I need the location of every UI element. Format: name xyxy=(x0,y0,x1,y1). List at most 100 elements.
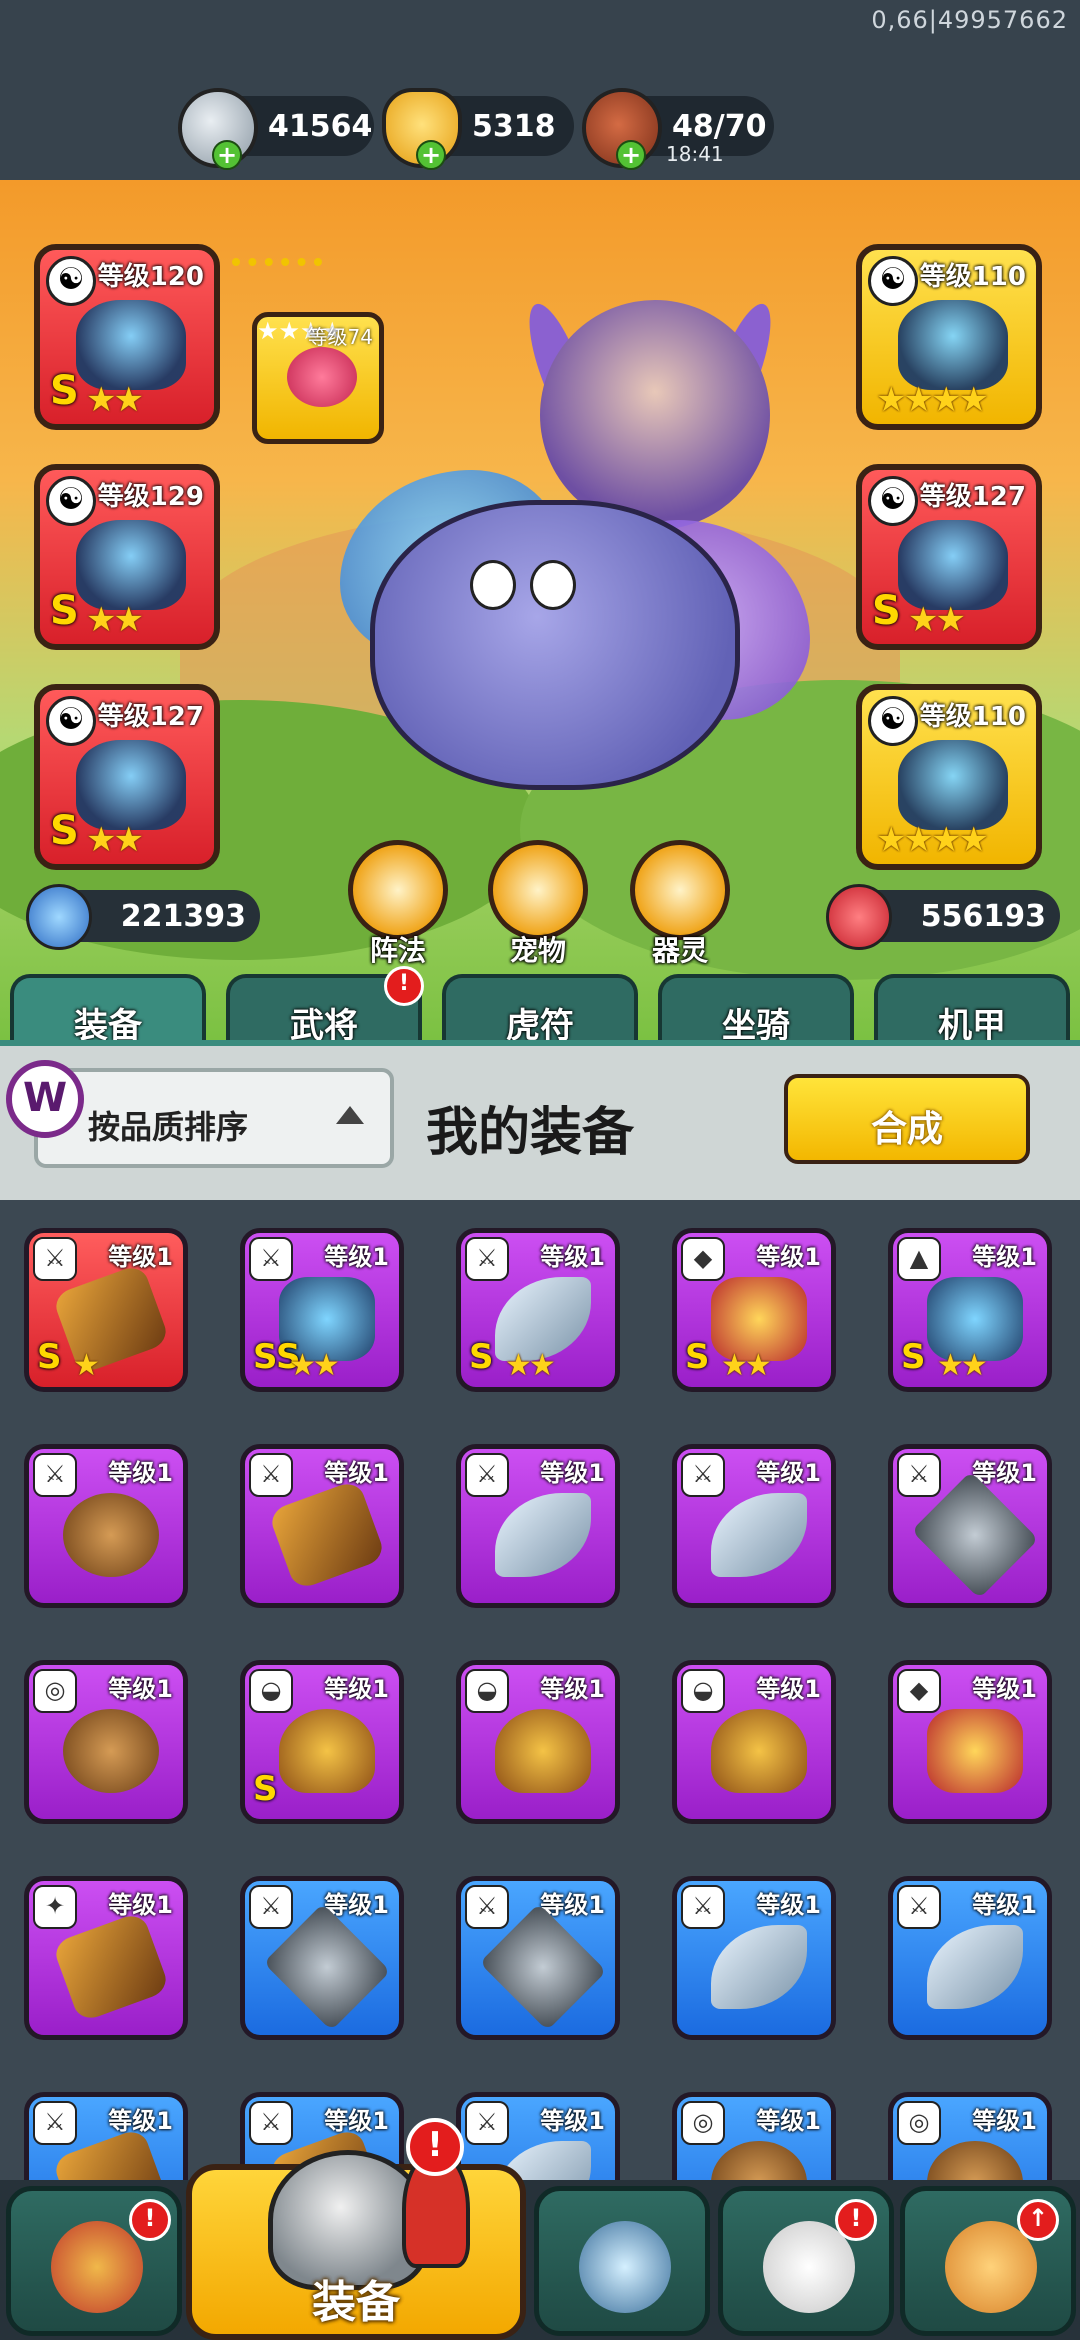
inventory-item[interactable]: ⚔ 等级1 xyxy=(888,1876,1052,2040)
inventory-item[interactable]: ◒ 等级1 xyxy=(672,1660,836,1824)
formation-button[interactable]: 阵法 xyxy=(348,840,448,967)
slot-type-icon: ◎ xyxy=(33,1669,77,1713)
sword-icon xyxy=(26,884,92,950)
equipped-slot-armor[interactable]: ☯ 等级110 ★★★★ xyxy=(856,244,1042,430)
pet-button[interactable]: 宠物 xyxy=(488,840,588,967)
slot-type-icon: ⚔ xyxy=(681,1885,725,1929)
item-art xyxy=(495,1709,591,1793)
synthesize-label: 合成 xyxy=(870,1109,943,1150)
linked-weapon-slot[interactable]: 等级74 ★★★★ xyxy=(252,312,384,444)
nav-battle-button[interactable] xyxy=(534,2186,710,2336)
item-level: 等级1 xyxy=(756,1891,821,1919)
equipped-slot-helmet[interactable]: ☯ 等级127 S ★★ xyxy=(34,684,220,870)
inventory-item[interactable]: ⚔ 等级1 SS ★★ xyxy=(240,1228,404,1392)
inventory-item[interactable]: ⚔ 等级1 S ★ xyxy=(24,1228,188,1392)
star-rating: ★★★★ xyxy=(876,380,989,420)
item-level: 等级1 xyxy=(540,1243,605,1271)
attack-power: 221393 xyxy=(26,884,260,950)
item-level: 等级1 xyxy=(972,1675,1037,1703)
inventory-item[interactable]: ◆ 等级1 xyxy=(888,1660,1052,1824)
slot-type-icon: ◒ xyxy=(465,1669,509,1713)
item-level: 等级1 xyxy=(756,2107,821,2135)
inventory-item[interactable]: ⚔ 等级1 xyxy=(456,1444,620,1608)
inventory-item[interactable]: ⚔ 等级1 xyxy=(456,1876,620,2040)
item-level: 等级1 xyxy=(108,1891,173,1919)
equipped-slot-accessory[interactable]: ☯ 等级129 S ★★ xyxy=(34,464,220,650)
nav-city-button[interactable]: ! xyxy=(6,2186,182,2336)
silver-value: 41564 xyxy=(268,108,373,144)
tab-mount[interactable]: 坐骑 xyxy=(658,974,854,1046)
inventory-item[interactable]: ▲ 等级1 S ★★ xyxy=(888,1228,1052,1392)
inventory-item[interactable]: ◎ 等级1 xyxy=(24,1660,188,1824)
sort-button[interactable]: 按品质排序 xyxy=(34,1068,394,1168)
spirit-label: 器灵 xyxy=(651,934,709,967)
heart-icon xyxy=(826,884,892,950)
item-art xyxy=(711,1925,807,2009)
inventory-item[interactable]: ⚔ 等级1 xyxy=(240,1444,404,1608)
grade-label: S xyxy=(685,1337,710,1377)
formation-label: 阵法 xyxy=(369,934,427,967)
synthesize-button[interactable]: 合成 xyxy=(784,1074,1030,1164)
inventory-item[interactable]: ⚔ 等级1 xyxy=(24,1444,188,1608)
star-rating: ★★ xyxy=(505,1348,556,1383)
inventory-item[interactable]: ◆ 等级1 S ★★ xyxy=(672,1228,836,1392)
crossed-swords-icon xyxy=(579,2221,671,2313)
hero-character[interactable] xyxy=(540,300,770,530)
inventory-item[interactable]: ⚔ 等级1 xyxy=(672,1444,836,1608)
inventory-item[interactable]: ◒ 等级1 xyxy=(456,1660,620,1824)
item-level: 等级1 xyxy=(324,2107,389,2135)
nav-upgrade-button[interactable]: ↑ xyxy=(900,2186,1076,2336)
gold-value: 5318 xyxy=(472,108,556,144)
slot-type-icon: ⚔ xyxy=(465,1453,509,1497)
inventory-item[interactable]: ◒ 等级1 S xyxy=(240,1660,404,1824)
slot-type-icon: ⚔ xyxy=(249,1453,293,1497)
equipped-slot-boots[interactable]: ☯ 等级110 ★★★★ xyxy=(856,684,1042,870)
yin-yang-icon: ☯ xyxy=(46,696,96,746)
equipped-slot-belt[interactable]: ☯ 等级127 S ★★ xyxy=(856,464,1042,650)
star-rating: ★★ xyxy=(908,600,966,640)
inventory-item[interactable]: ⚔ 等级1 S ★★ xyxy=(456,1228,620,1392)
slot-level: 等级127 xyxy=(97,702,204,732)
item-art xyxy=(927,1709,1023,1793)
item-level: 等级1 xyxy=(540,2107,605,2135)
add-gold-icon[interactable]: + xyxy=(416,140,446,170)
debug-readout: 0,66|49957662 xyxy=(871,6,1068,34)
slot-type-icon: ◆ xyxy=(897,1669,941,1713)
tab-alert-badge: ! xyxy=(384,966,424,1006)
equipped-slot-weapon[interactable]: ☯ 等级120 S ★★ xyxy=(34,244,220,430)
nav-main-label: 装备 xyxy=(312,2277,400,2328)
slot-type-icon: ⚔ xyxy=(33,2101,77,2145)
inventory-item[interactable]: ✦ 等级1 xyxy=(24,1876,188,2040)
item-art xyxy=(495,1493,591,1577)
slot-type-icon: ⚔ xyxy=(249,1885,293,1929)
grade-label: S xyxy=(37,1337,62,1377)
add-stamina-icon[interactable]: + xyxy=(616,140,646,170)
item-art xyxy=(63,1709,159,1793)
yin-yang-icon: ☯ xyxy=(868,476,918,526)
item-level: 等级1 xyxy=(756,1675,821,1703)
nav-quest-button[interactable]: ! xyxy=(718,2186,894,2336)
inventory-item[interactable]: ⚔ 等级1 xyxy=(240,1876,404,2040)
slot-type-icon: ⚔ xyxy=(465,1237,509,1281)
equipment-art xyxy=(76,520,186,610)
inventory-item[interactable]: ⚔ 等级1 xyxy=(888,1444,1052,1608)
tab-mecha[interactable]: 机甲 xyxy=(874,974,1070,1046)
elephant-mount[interactable] xyxy=(370,500,740,790)
inventory-item[interactable]: ⚔ 等级1 xyxy=(672,1876,836,2040)
nav-equipment-button[interactable]: 装备 xyxy=(186,2150,526,2340)
spirit-button[interactable]: 器灵 xyxy=(630,840,730,967)
item-level: 等级1 xyxy=(108,1459,173,1487)
chain-link xyxy=(232,258,322,286)
gold-resource[interactable]: 5318 + xyxy=(382,88,574,170)
add-silver-icon[interactable]: + xyxy=(212,140,242,170)
w-logo-icon[interactable]: W xyxy=(6,1060,84,1138)
nav-alert-badge: ! xyxy=(406,2118,464,2176)
stamina-timer: 18:41 xyxy=(666,142,724,166)
slot-type-icon: ⚔ xyxy=(249,2101,293,2145)
tab-tiger-tally[interactable]: 虎符 xyxy=(442,974,638,1046)
silver-resource[interactable]: 41564 + xyxy=(178,88,374,170)
grade-label: S xyxy=(253,1769,278,1809)
star-rating: ★★ xyxy=(937,1348,988,1383)
star-rating: ★★ xyxy=(86,820,144,860)
tab-equipment[interactable]: 装备 xyxy=(10,974,206,1046)
